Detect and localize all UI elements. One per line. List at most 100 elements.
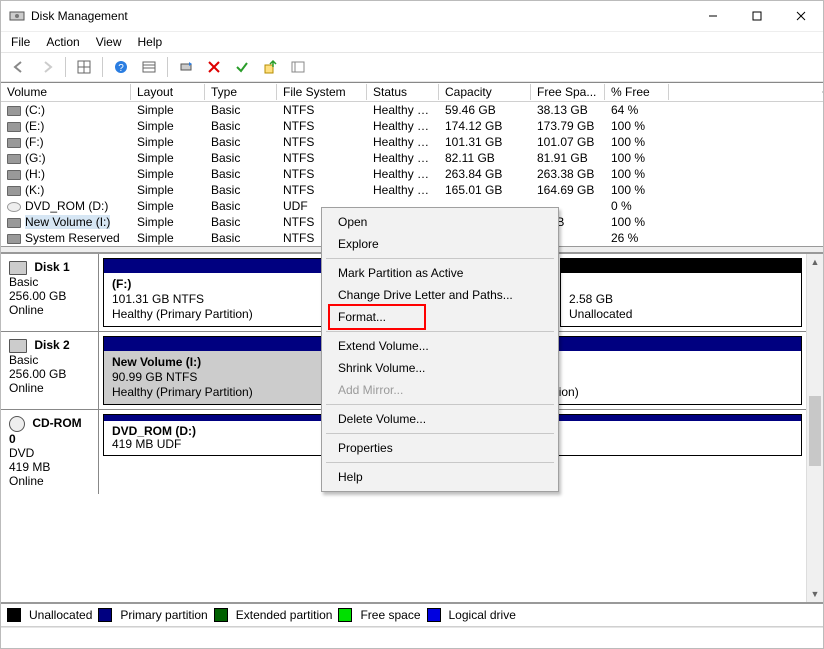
- volume-percent: 100 %: [605, 135, 669, 149]
- volume-status: Healthy (P...: [367, 135, 439, 149]
- col-filesystem[interactable]: File System: [277, 84, 367, 100]
- col-layout[interactable]: Layout: [131, 84, 205, 100]
- unalloc-label: Unallocated: [569, 307, 793, 322]
- volume-layout: Simple: [131, 135, 205, 149]
- volume-name: DVD_ROM (D:): [25, 199, 108, 213]
- vertical-scrollbar[interactable]: ▲ ▼: [806, 254, 823, 602]
- disk-management-window: Disk Management File Action View Help ?: [0, 0, 824, 649]
- col-free[interactable]: Free Spa...: [531, 84, 605, 100]
- legend-swatch-primary: [98, 608, 112, 622]
- volume-name: (K:): [25, 183, 44, 197]
- col-volume[interactable]: Volume: [1, 84, 131, 100]
- export-icon[interactable]: [258, 55, 282, 79]
- window-title: Disk Management: [31, 9, 691, 23]
- col-capacity[interactable]: Capacity: [439, 84, 531, 100]
- volume-type: Basic: [205, 183, 277, 197]
- disk-size: 256.00 GB: [9, 289, 90, 303]
- ctx-explore[interactable]: Explore: [324, 233, 556, 255]
- ctx-add-mirror: Add Mirror...: [324, 379, 556, 401]
- volume-row[interactable]: (G:)SimpleBasicNTFSHealthy (P...82.11 GB…: [1, 150, 823, 166]
- volume-percent: 100 %: [605, 167, 669, 181]
- hdd-icon: [7, 234, 21, 244]
- ctx-open[interactable]: Open: [324, 211, 556, 233]
- disk-header: Disk 1 Basic 256.00 GB Online: [1, 254, 99, 331]
- volume-type: Basic: [205, 215, 277, 229]
- tool-bar: ?: [1, 53, 823, 82]
- legend-swatch-free: [338, 608, 352, 622]
- col-type[interactable]: Type: [205, 84, 277, 100]
- volume-free: 164.69 GB: [531, 183, 605, 197]
- volume-capacity: 174.12 GB: [439, 119, 531, 133]
- ctx-mark-active[interactable]: Mark Partition as Active: [324, 262, 556, 284]
- hdd-icon: [9, 261, 27, 275]
- forward-button[interactable]: [35, 55, 59, 79]
- volume-free: 173.79 GB: [531, 119, 605, 133]
- legend-swatch-unallocated: [7, 608, 21, 622]
- menu-file[interactable]: File: [11, 35, 30, 49]
- cd-icon: [7, 202, 21, 212]
- volume-type: Basic: [205, 167, 277, 181]
- scroll-down-icon[interactable]: ▼: [807, 586, 823, 602]
- context-menu: Open Explore Mark Partition as Active Ch…: [321, 207, 559, 492]
- volume-row[interactable]: (C:)SimpleBasicNTFSHealthy (B...59.46 GB…: [1, 102, 823, 118]
- scroll-track[interactable]: [807, 270, 823, 586]
- legend-unallocated: Unallocated: [29, 608, 92, 622]
- hdd-icon: [7, 170, 21, 180]
- scroll-thumb[interactable]: [809, 396, 821, 466]
- toolbar-separator: [65, 57, 66, 77]
- volume-layout: Simple: [131, 151, 205, 165]
- ctx-extend[interactable]: Extend Volume...: [324, 335, 556, 357]
- volume-free: 263.38 GB: [531, 167, 605, 181]
- volume-layout: Simple: [131, 199, 205, 213]
- menu-action[interactable]: Action: [46, 35, 79, 49]
- ctx-separator: [326, 404, 554, 405]
- refresh-icon[interactable]: [174, 55, 198, 79]
- unallocated-space[interactable]: 2.58 GB Unallocated: [560, 258, 802, 327]
- volume-name: System Reserved: [25, 231, 120, 245]
- col-percent[interactable]: % Free: [605, 84, 669, 100]
- volume-type: Basic: [205, 231, 277, 245]
- col-status[interactable]: Status: [367, 84, 439, 100]
- legend-swatch-logical: [427, 608, 441, 622]
- volume-percent: 100 %: [605, 183, 669, 197]
- settings-icon[interactable]: [286, 55, 310, 79]
- ctx-shrink[interactable]: Shrink Volume...: [324, 357, 556, 379]
- list-icon[interactable]: [137, 55, 161, 79]
- disk-state: Online: [9, 303, 90, 317]
- maximize-button[interactable]: [735, 1, 779, 31]
- volume-list-header: Volume Layout Type File System Status Ca…: [1, 83, 823, 102]
- disk-header: CD-ROM 0 DVD 419 MB Online: [1, 410, 99, 494]
- volume-row[interactable]: (F:)SimpleBasicNTFSHealthy (P...101.31 G…: [1, 134, 823, 150]
- volume-row[interactable]: (H:)SimpleBasicNTFSHealthy (L...263.84 G…: [1, 166, 823, 182]
- menu-view[interactable]: View: [96, 35, 122, 49]
- hdd-icon: [9, 339, 27, 353]
- volume-row[interactable]: (K:)SimpleBasicNTFSHealthy (P...165.01 G…: [1, 182, 823, 198]
- ctx-delete[interactable]: Delete Volume...: [324, 408, 556, 430]
- hdd-icon: [7, 218, 21, 228]
- volume-percent: 100 %: [605, 119, 669, 133]
- help-icon[interactable]: ?: [109, 55, 133, 79]
- disk-size: 419 MB: [9, 460, 90, 474]
- legend-extended: Extended partition: [236, 608, 333, 622]
- ctx-help[interactable]: Help: [324, 466, 556, 488]
- check-icon[interactable]: [230, 55, 254, 79]
- minimize-button[interactable]: [691, 1, 735, 31]
- svg-text:?: ?: [118, 63, 124, 74]
- hdd-icon: [7, 186, 21, 196]
- title-bar: Disk Management: [1, 1, 823, 32]
- menu-bar: File Action View Help: [1, 32, 823, 53]
- volume-row[interactable]: (E:)SimpleBasicNTFSHealthy (B...174.12 G…: [1, 118, 823, 134]
- delete-icon[interactable]: [202, 55, 226, 79]
- ctx-format[interactable]: Format...: [324, 306, 556, 328]
- volume-layout: Simple: [131, 215, 205, 229]
- ctx-change-letter[interactable]: Change Drive Letter and Paths...: [324, 284, 556, 306]
- back-button[interactable]: [7, 55, 31, 79]
- ctx-properties[interactable]: Properties: [324, 437, 556, 459]
- grid-icon[interactable]: [72, 55, 96, 79]
- volume-fs: NTFS: [277, 167, 367, 181]
- scroll-up-icon[interactable]: ▲: [807, 254, 823, 270]
- close-button[interactable]: [779, 1, 823, 31]
- menu-help[interactable]: Help: [138, 35, 163, 49]
- volume-fs: NTFS: [277, 103, 367, 117]
- volume-capacity: 263.84 GB: [439, 167, 531, 181]
